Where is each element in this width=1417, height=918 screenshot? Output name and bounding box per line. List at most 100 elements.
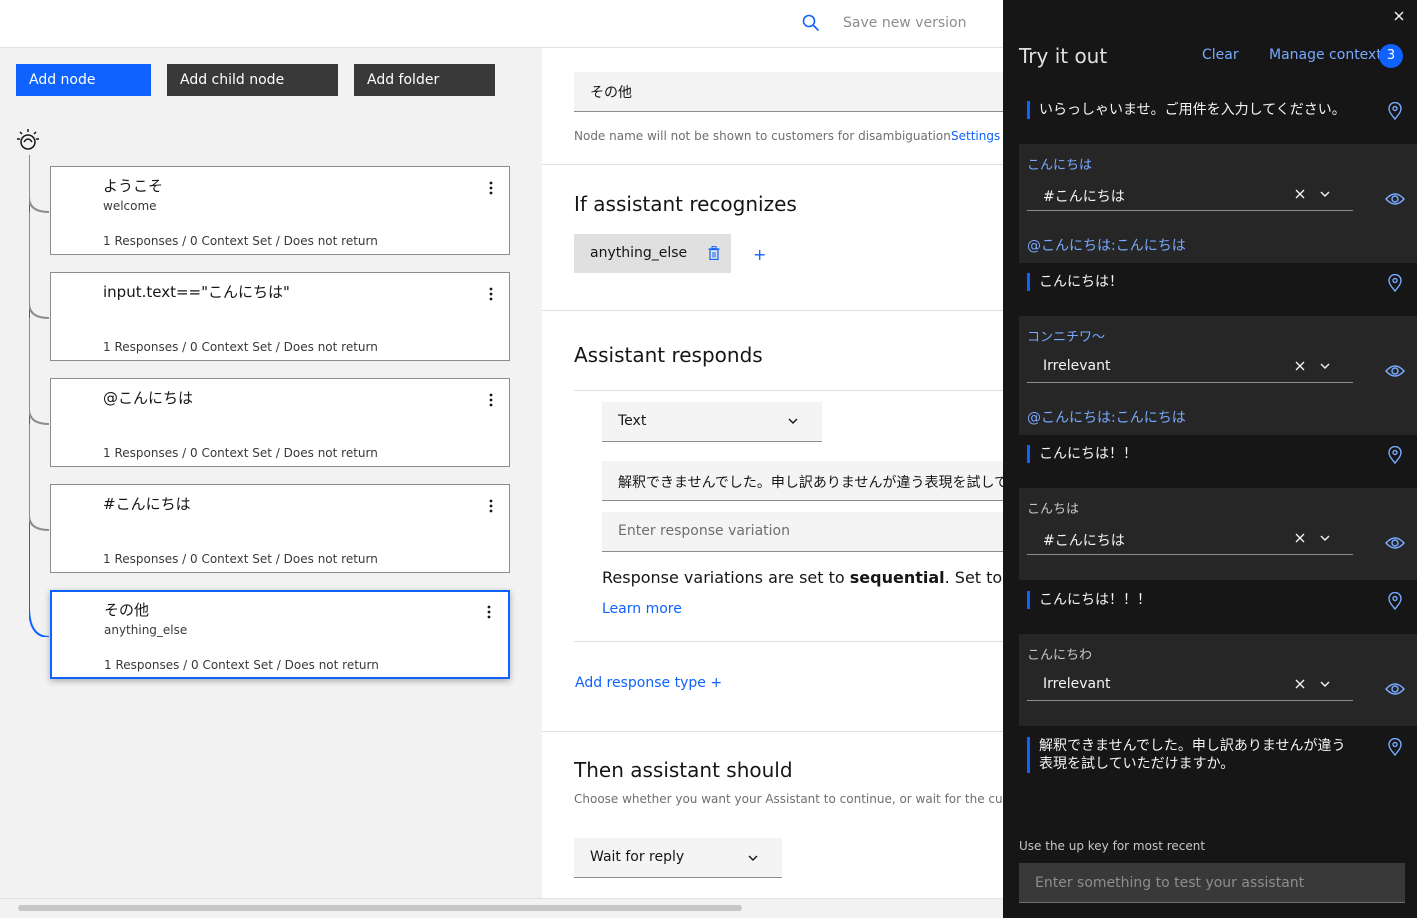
dialog-node[interactable]: ようこそ welcome 1 Responses / 0 Context Set… — [50, 166, 510, 255]
bot-message: いらっしゃいませ。ご用件を入力してください。 — [1027, 101, 1346, 119]
intent-select[interactable]: Irrelevant — [1027, 668, 1353, 701]
chevron-down-icon[interactable] — [1319, 532, 1331, 544]
node-condition: welcome — [103, 199, 157, 213]
entity-label[interactable]: @こんにちは:こんにちは — [1027, 407, 1186, 427]
variations-prefix: Response variations are set to — [602, 568, 850, 587]
overflow-menu-icon[interactable] — [489, 499, 493, 513]
response-type-value: Text — [618, 413, 647, 429]
variations-mid: . Set to — [944, 568, 1003, 587]
section-divider — [542, 164, 1003, 165]
user-turn: こんにちわ Irrelevant — [1019, 634, 1417, 726]
location-pin-icon[interactable] — [1387, 446, 1403, 464]
search-icon[interactable] — [802, 14, 820, 32]
bot-message: こんにちは！！ — [1027, 445, 1137, 463]
dialog-node[interactable]: #こんにちは 1 Responses / 0 Context Set / Doe… — [50, 484, 510, 573]
node-title: #こんにちは — [103, 495, 191, 513]
responds-heading: Assistant responds — [574, 343, 763, 367]
intent-value: Irrelevant — [1043, 676, 1111, 692]
response-variation-input[interactable]: Enter response variation — [602, 512, 1003, 552]
intent-select[interactable]: Irrelevant — [1027, 350, 1353, 383]
overflow-menu-icon[interactable] — [489, 181, 493, 195]
node-summary: 1 Responses / 0 Context Set / Does not r… — [103, 234, 378, 248]
bot-message: こんにちは！ — [1027, 273, 1123, 291]
entity-label[interactable]: @こんにちは:こんにちは — [1027, 235, 1186, 255]
intent-value: Irrelevant — [1043, 358, 1111, 374]
user-message: こんにちわ — [1027, 648, 1093, 663]
overflow-menu-icon[interactable] — [489, 393, 493, 407]
node-summary: 1 Responses / 0 Context Set / Does not r… — [104, 658, 379, 672]
variations-setting-text: Response variations are set to sequentia… — [602, 568, 1003, 587]
dialog-node-selected[interactable]: その他 anything_else 1 Responses / 0 Contex… — [50, 590, 510, 679]
node-title: ようこそ — [103, 177, 164, 195]
input-hint: Use the up key for most recent — [1019, 839, 1206, 853]
clear-intent-icon[interactable] — [1295, 189, 1305, 199]
intent-value: #こんにちは — [1043, 189, 1125, 205]
chevron-down-icon — [748, 855, 758, 861]
eye-icon[interactable] — [1385, 681, 1405, 697]
intent-select[interactable]: #こんにちは — [1027, 522, 1353, 555]
divider — [574, 641, 1003, 642]
delete-condition-icon[interactable] — [708, 246, 720, 260]
plus-icon: + — [710, 675, 723, 691]
panel-title: Try it out — [1019, 44, 1108, 68]
add-response-type-label: Add response type — [575, 675, 706, 691]
user-turn: こんにちは #こんにちは @こんにちは:こんにちは — [1019, 144, 1417, 263]
add-condition-button[interactable]: + — [753, 245, 766, 264]
dialog-node[interactable]: @こんにちは 1 Responses / 0 Context Set / Doe… — [50, 378, 510, 467]
settings-link[interactable]: Settings — [951, 129, 1000, 143]
node-summary: 1 Responses / 0 Context Set / Does not r… — [103, 340, 378, 354]
user-message: コンニチワ〜 — [1027, 330, 1106, 345]
chevron-down-icon — [788, 418, 798, 424]
location-pin-icon[interactable] — [1387, 102, 1403, 120]
scrollbar-thumb[interactable] — [18, 905, 742, 911]
clear-intent-icon[interactable] — [1295, 361, 1305, 371]
close-icon[interactable] — [1394, 11, 1404, 21]
add-child-node-button[interactable]: Add child node — [167, 64, 338, 96]
eye-icon[interactable] — [1385, 535, 1405, 551]
manage-context-button[interactable]: Manage context — [1269, 47, 1382, 63]
learn-more-link[interactable]: Learn more — [602, 601, 682, 617]
add-response-type-button[interactable]: Add response type + — [575, 675, 722, 691]
dialog-node[interactable]: input.text=="こんにちは" 1 Responses / 0 Cont… — [50, 272, 510, 361]
chevron-down-icon[interactable] — [1319, 188, 1331, 200]
node-title: その他 — [104, 601, 150, 619]
divider — [574, 390, 1003, 391]
clear-button[interactable]: Clear — [1202, 47, 1239, 63]
location-pin-icon[interactable] — [1387, 738, 1403, 756]
node-title: input.text=="こんにちは" — [103, 283, 290, 301]
user-turn: こんちは #こんにちは — [1019, 488, 1417, 580]
chevron-down-icon[interactable] — [1319, 678, 1331, 690]
section-divider — [542, 310, 1003, 311]
add-folder-button[interactable]: Add folder — [354, 64, 495, 96]
node-condition: anything_else — [104, 623, 188, 637]
test-assistant-input[interactable] — [1019, 863, 1405, 903]
node-title: @こんにちは — [103, 389, 194, 407]
intent-select[interactable]: #こんにちは — [1027, 178, 1353, 211]
tree-connector-lines — [29, 155, 49, 637]
overflow-menu-icon[interactable] — [489, 287, 493, 301]
location-pin-icon[interactable] — [1387, 592, 1403, 610]
clear-intent-icon[interactable] — [1295, 679, 1305, 689]
context-count-badge: 3 — [1379, 44, 1403, 68]
watson-logo-icon — [17, 129, 39, 150]
response-text-input[interactable]: 解釈できませんでした。申し訳ありませんが違う表現を試してい — [602, 461, 1003, 501]
then-action-value: Wait for reply — [590, 849, 685, 865]
then-hint: Choose whether you want your Assistant t… — [574, 792, 1003, 806]
save-new-version-button[interactable]: Save new version — [843, 15, 966, 31]
add-node-button[interactable]: Add node — [16, 64, 151, 96]
recognizes-heading: If assistant recognizes — [574, 192, 797, 216]
eye-icon[interactable] — [1385, 191, 1405, 207]
location-pin-icon[interactable] — [1387, 274, 1403, 292]
chevron-down-icon[interactable] — [1319, 360, 1331, 372]
condition-label: anything_else — [590, 245, 688, 261]
intent-value: #こんにちは — [1043, 533, 1125, 549]
clear-intent-icon[interactable] — [1295, 533, 1305, 543]
section-divider — [542, 731, 1003, 732]
user-message: こんにちは — [1027, 158, 1093, 173]
node-name-input[interactable]: その他 — [574, 72, 1003, 112]
node-summary: 1 Responses / 0 Context Set / Does not r… — [103, 552, 378, 566]
node-name-hint: Node name will not be shown to customers… — [574, 129, 955, 143]
overflow-menu-icon[interactable] — [487, 605, 491, 619]
try-it-out-panel: Try it out Clear Manage context 3 いらっしゃい… — [1003, 0, 1417, 918]
eye-icon[interactable] — [1385, 363, 1405, 379]
